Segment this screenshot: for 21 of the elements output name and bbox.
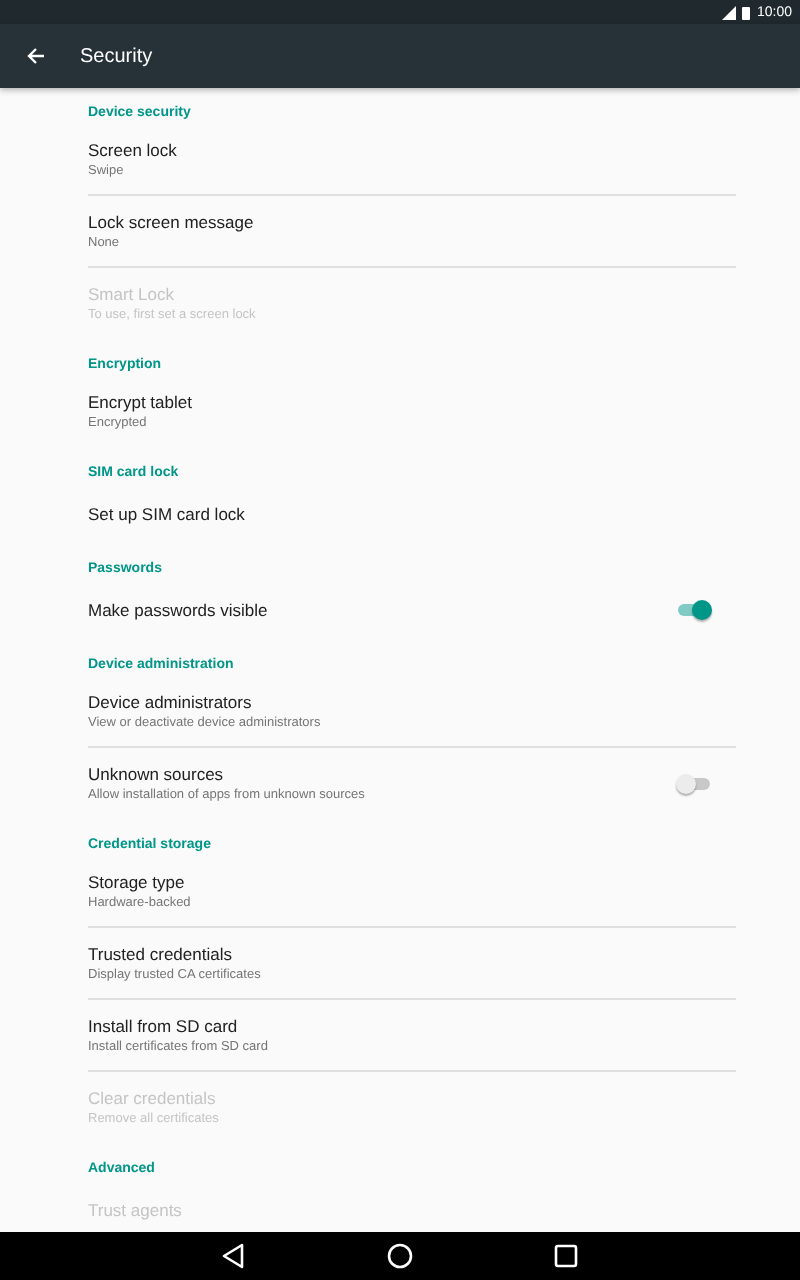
back-arrow-icon[interactable] (26, 46, 46, 66)
item-title: Screen lock (88, 137, 179, 161)
item-title: Make passwords visible (88, 598, 270, 622)
item-title: Storage type (88, 869, 187, 893)
toggle-switch[interactable] (676, 772, 712, 796)
home-icon[interactable] (386, 1242, 414, 1270)
recents-icon[interactable] (552, 1242, 580, 1270)
toggle-switch[interactable] (676, 598, 712, 622)
item-title: Lock screen message (88, 209, 256, 233)
screen-title: Security (80, 45, 153, 67)
settings-item[interactable]: Set up SIM card lock (88, 484, 736, 544)
item-title: Unknown sources (88, 762, 226, 786)
signal-icon (722, 5, 737, 19)
settings-item[interactable]: Make passwords visible (88, 580, 736, 640)
item-title: Install from SD card (88, 1013, 240, 1037)
item-title: Encrypt tablet (88, 390, 194, 414)
back-icon[interactable] (220, 1242, 248, 1270)
item-title: Set up SIM card lock (88, 502, 247, 526)
battery-icon (742, 5, 751, 19)
item-title: Trusted credentials (88, 941, 234, 965)
item-title: Device administrators (88, 689, 254, 713)
